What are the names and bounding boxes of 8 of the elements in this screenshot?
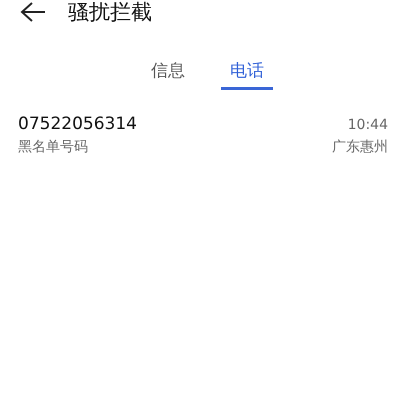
back-icon[interactable]	[20, 1, 46, 23]
tab[interactable]: 信息	[151, 60, 185, 90]
tab[interactable]: 电话	[221, 60, 273, 90]
phone-number: 07522056314	[18, 113, 137, 136]
page-title: 骚扰拦截	[68, 0, 152, 24]
call-location: 广东惠州	[332, 138, 388, 157]
block-reason: 黑名单号码	[18, 138, 88, 157]
call-time: 10:44	[348, 116, 388, 135]
